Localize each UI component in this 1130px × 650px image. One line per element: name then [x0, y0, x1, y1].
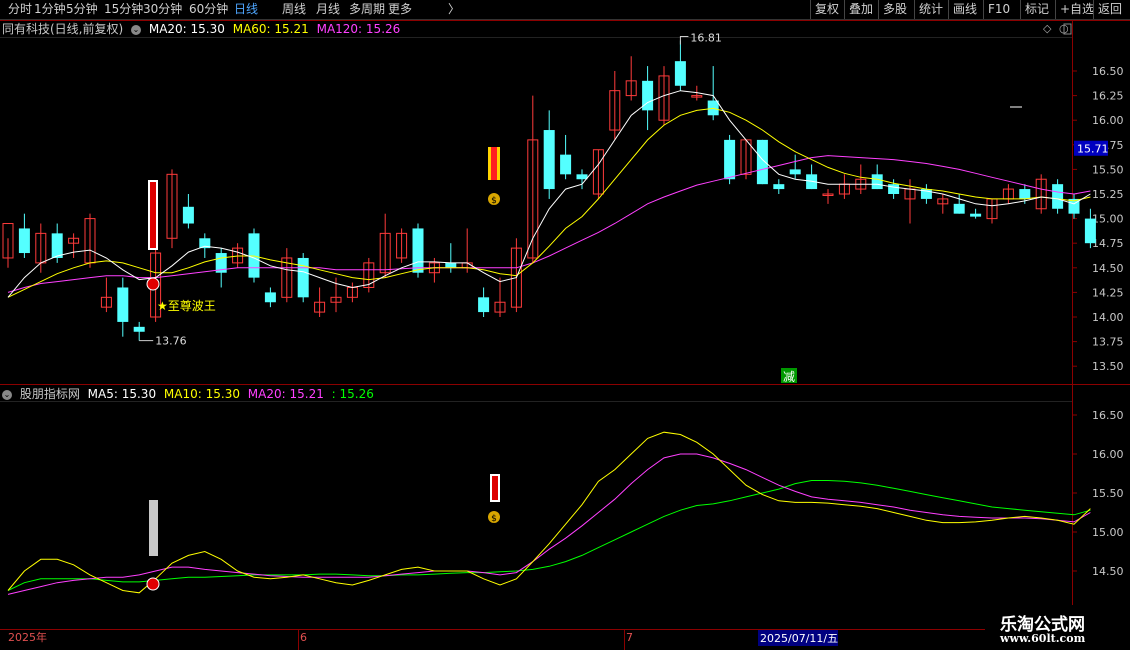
tab-9[interactable]: 多周期 — [349, 0, 385, 19]
price-tick-label: 15.00 — [1092, 213, 1124, 226]
price-tick-label: 14.25 — [1092, 286, 1124, 299]
low-price-label: 13.76 — [155, 335, 187, 348]
candle-body — [773, 184, 785, 190]
candle-body — [18, 228, 30, 254]
candle-body — [724, 139, 736, 180]
candle-body — [445, 262, 457, 268]
tab-1[interactable]: 1分钟 — [34, 0, 66, 19]
tab-7[interactable]: 周线 — [282, 0, 306, 19]
candle-body — [756, 139, 768, 185]
price-tick-label: 13.75 — [1092, 336, 1124, 349]
sub-signal-bar-gray — [149, 500, 158, 556]
sub-ma20-line — [7, 480, 1091, 591]
watermark-url: www.60lt.com — [1000, 632, 1086, 645]
candle-body — [182, 206, 194, 224]
tab-2[interactable]: 5分钟 — [66, 0, 98, 19]
ma10-readout: MA10: 15.30 — [163, 387, 240, 401]
toolbar-button-5[interactable]: F10 — [983, 0, 1014, 19]
price-tick-label: 15.25 — [1092, 188, 1124, 201]
candle-body — [953, 203, 965, 214]
stock-title[interactable]: 同有科技(日线,前复权) — [2, 22, 123, 36]
money-bag-symbol: $ — [491, 196, 497, 206]
toolbar-button-4[interactable]: 画线 — [948, 0, 981, 19]
candle-body — [1084, 218, 1096, 244]
ma120-readout: MA120: 15.26 — [316, 22, 401, 36]
reduce-marker-text: 减 — [783, 370, 795, 384]
tab-8[interactable]: 月线 — [316, 0, 340, 19]
date-label-july: 7 — [626, 631, 633, 644]
red-ball-icon — [146, 577, 160, 591]
sub-tick-label: 16.50 — [1092, 409, 1124, 422]
chevron-down-icon[interactable]: ⌄ — [131, 24, 142, 35]
toolbar-button-0[interactable]: 复权 — [810, 0, 843, 19]
price-tick-label: 14.75 — [1092, 237, 1124, 250]
price-tick-label: 15.50 — [1092, 163, 1124, 176]
signal-bar-inner — [150, 182, 156, 248]
candle-body — [412, 228, 424, 273]
candle-body — [871, 174, 883, 190]
candle-body — [576, 174, 588, 180]
chevron-right-icon[interactable]: 〉 — [448, 0, 460, 19]
signal-bar-red — [491, 147, 497, 180]
tab-3[interactable]: 15分钟 — [104, 0, 143, 19]
ma60-readout: MA60: 15.21 — [232, 22, 309, 36]
current-price-label: 15.71 — [1077, 143, 1109, 156]
tab-4[interactable]: 30分钟 — [143, 0, 182, 19]
signal-text: ★至尊波王 — [157, 298, 216, 313]
extra-readout: : 15.26 — [331, 387, 374, 401]
price-tick-label: 14.50 — [1092, 262, 1124, 275]
kline-chart[interactable]: 16.5016.2516.0015.7515.5015.2515.0014.75… — [0, 20, 1130, 650]
high-price-label: 16.81 — [690, 31, 722, 44]
sub-header: ⌄ 股朋指标网 MA5: 15.30 MA10: 15.30 MA20: 15.… — [2, 386, 378, 402]
price-tick-label: 14.00 — [1092, 311, 1124, 324]
price-tick-label: 16.25 — [1092, 90, 1124, 103]
ma20-sub-readout: MA20: 15.21 — [247, 387, 324, 401]
sub-tick-label: 15.50 — [1092, 487, 1124, 500]
tab-10[interactable]: 更多 — [388, 0, 412, 19]
candle-body — [133, 326, 145, 332]
candle-body — [1019, 189, 1031, 199]
sub-signal-bar-inner — [492, 476, 498, 500]
toolbar-button-7[interactable]: +自选 — [1055, 0, 1098, 19]
candle-body — [970, 213, 982, 217]
indicator-title[interactable]: 股朋指标网 — [20, 387, 80, 401]
sub-ma10-line — [7, 453, 1091, 595]
candle-body — [51, 233, 63, 258]
date-label-june: 6 — [300, 631, 307, 644]
ma5-readout: MA5: 15.30 — [87, 387, 157, 401]
candle-body — [264, 292, 276, 303]
money-bag-symbol: $ — [491, 514, 497, 524]
red-ball-icon — [146, 277, 160, 291]
main-header: 同有科技(日线,前复权) ⌄ MA20: 15.30 MA60: 15.21 M… — [2, 21, 404, 37]
ma20-readout: MA20: 15.30 — [148, 22, 225, 36]
candle-body — [789, 169, 801, 175]
candle-body — [888, 184, 900, 194]
chevron-down-icon[interactable]: ⌄ — [2, 389, 12, 400]
price-tick-label: 16.50 — [1092, 65, 1124, 78]
diamond-icon: ◇ — [1043, 22, 1052, 35]
candle-body — [478, 297, 490, 313]
toolbar-button-8[interactable]: 返回 — [1093, 0, 1126, 19]
toolbar-button-1[interactable]: 叠加 — [844, 0, 877, 19]
date-label-year: 2025年 — [8, 630, 47, 644]
candle-body — [1052, 184, 1064, 209]
toolbar: 分时 1分钟 5分钟 15分钟 30分钟 60分钟 日线 周线 月线 多周期 更多 〉 复权 叠加 多股 统计… — [0, 0, 1130, 20]
sub-tick-label: 15.00 — [1092, 526, 1124, 539]
candle-body — [117, 287, 129, 322]
candle-body — [674, 61, 686, 86]
tab-6[interactable]: 日线 — [234, 0, 258, 19]
toolbar-button-2[interactable]: 多股 — [878, 0, 911, 19]
toolbar-button-6[interactable]: 标记 — [1020, 0, 1053, 19]
cursor-date-label: 2025/07/11/五 — [760, 632, 838, 645]
price-tick-label: 16.00 — [1092, 114, 1124, 127]
candle-body — [297, 257, 309, 298]
sub-tick-label: 14.50 — [1092, 565, 1124, 578]
sub-tick-label: 16.00 — [1092, 448, 1124, 461]
candle-body — [543, 130, 555, 190]
tab-5[interactable]: 60分钟 — [189, 0, 228, 19]
candle-body — [560, 154, 572, 175]
tab-0[interactable]: 分时 — [8, 0, 32, 19]
toolbar-button-3[interactable]: 统计 — [914, 0, 947, 19]
price-tick-label: 13.50 — [1092, 360, 1124, 373]
